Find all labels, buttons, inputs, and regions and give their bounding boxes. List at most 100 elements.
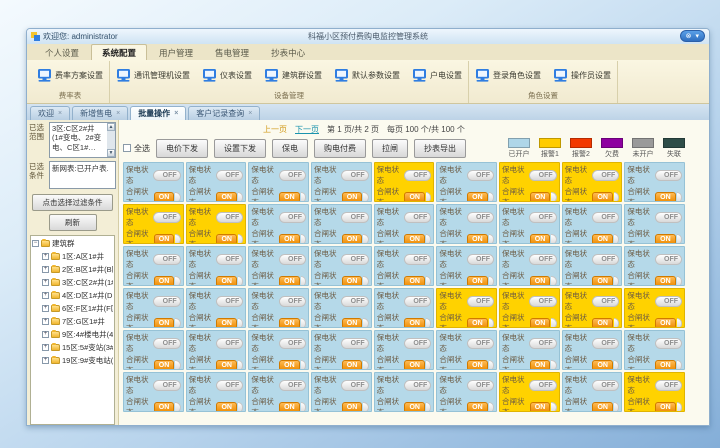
room-card[interactable]: 1132 比志强.. 36.37元 保电状态 OFF 合闸状态 ON <box>123 204 184 244</box>
protect-off-toggle[interactable]: OFF <box>592 380 619 391</box>
expand-icon[interactable]: + <box>42 318 49 325</box>
room-card[interactable]: 1155 唐海海 544.28元 保电状态 OFF 合闸状态 ON <box>186 246 247 286</box>
switch-toggle-track[interactable] <box>551 234 556 245</box>
action-button-拉闸[interactable]: 拉闸 <box>372 139 408 158</box>
switch-on-toggle[interactable]: ON <box>592 234 613 245</box>
switch-on-toggle[interactable]: ON <box>592 192 613 203</box>
ribbon-tab-个人设置[interactable]: 个人设置 <box>35 45 89 60</box>
switch-on-toggle[interactable]: ON <box>467 192 488 203</box>
switch-on-toggle[interactable]: ON <box>342 192 363 203</box>
room-card[interactable]: 1154 金白 208.45元 保电状态 OFF 合闸状态 ON <box>123 246 184 286</box>
switch-on-toggle[interactable]: ON <box>467 276 488 287</box>
protect-off-toggle[interactable]: OFF <box>592 338 619 349</box>
action-button-保电[interactable]: 保电 <box>272 139 308 158</box>
protect-off-toggle[interactable]: OFF <box>404 212 431 223</box>
close-icon[interactable]: ⊗ <box>686 32 692 40</box>
switch-toggle-track[interactable] <box>677 234 682 245</box>
switch-toggle-track[interactable] <box>677 192 682 203</box>
protect-off-toggle[interactable]: OFF <box>341 380 368 391</box>
switch-toggle-track[interactable] <box>489 360 494 371</box>
tree-item[interactable]: +2区:B区1#井(B区1# <box>32 264 113 275</box>
switch-toggle-track[interactable] <box>489 234 494 245</box>
switch-on-toggle[interactable]: ON <box>530 234 551 245</box>
switch-toggle-track[interactable] <box>614 360 619 371</box>
action-button-购电付费[interactable]: 购电付费 <box>314 139 366 158</box>
room-card[interactable]: 3002 俞习峰 439.88元 保电状态 OFF 合闸状态 ON <box>624 330 685 370</box>
room-card[interactable]: 1004-5、楼一 王英 2329.66.. 保电状态 OFF 合闸状态 ON <box>186 162 247 202</box>
tree-item[interactable]: +7区:G区1#井 <box>32 316 113 327</box>
switch-on-toggle[interactable]: ON <box>342 402 363 413</box>
protect-off-toggle[interactable]: OFF <box>404 170 431 181</box>
switch-on-toggle[interactable]: ON <box>342 276 363 287</box>
choose-filter-button[interactable]: 点击选择过滤条件 <box>32 194 113 211</box>
tree-root[interactable]: − 建筑群 <box>32 238 113 249</box>
ribbon-button-操作员设置[interactable]: 操作员设置 <box>551 68 613 83</box>
switch-toggle-track[interactable] <box>363 276 368 287</box>
switch-toggle-track[interactable] <box>426 276 431 287</box>
room-card[interactable]: 2017 张大师 121.40元 保电状态 OFF 合闸状态 ON <box>562 288 623 328</box>
room-card[interactable]: 3011 纪冬琴 348.06元 保电状态 OFF 合闸状态 ON <box>436 372 497 412</box>
doc-tab-欢迎[interactable]: 欢迎× <box>30 106 70 120</box>
protect-off-toggle[interactable]: OFF <box>655 338 682 349</box>
protect-off-toggle[interactable]: OFF <box>216 212 243 223</box>
room-card[interactable]: 1003 王爱春 148.94元 保电状态 OFF 合闸状态 ON <box>123 162 184 202</box>
ribbon-tab-抄表中心[interactable]: 抄表中心 <box>261 45 315 60</box>
room-card[interactable]: 1134 串品~ 921.83元 保电状态 OFF 合闸状态 ON <box>248 204 309 244</box>
ribbon-button-户电设置[interactable]: 户电设置 <box>410 68 464 83</box>
protect-off-toggle[interactable]: OFF <box>467 338 494 349</box>
protect-off-toggle[interactable]: OFF <box>279 170 306 181</box>
protect-off-toggle[interactable]: OFF <box>341 296 368 307</box>
protect-off-toggle[interactable]: OFF <box>655 170 682 181</box>
room-card[interactable]: 1131 王威贵.. 137.59元 保电状态 OFF 合闸状态 ON <box>624 162 685 202</box>
protect-off-toggle[interactable]: OFF <box>153 254 180 265</box>
protect-off-toggle[interactable]: OFF <box>279 338 306 349</box>
room-card[interactable]: 2148 殷红仙 186.74元 保电状态 OFF 合闸状态 ON <box>311 330 372 370</box>
switch-toggle-track[interactable] <box>238 318 243 329</box>
switch-on-toggle[interactable]: ON <box>154 318 175 329</box>
protect-off-toggle[interactable]: OFF <box>404 380 431 391</box>
switch-on-toggle[interactable]: ON <box>154 276 175 287</box>
switch-on-toggle[interactable]: ON <box>342 318 363 329</box>
switch-toggle-track[interactable] <box>489 402 494 413</box>
tree-item[interactable]: +4区:D区1#井(D区1 <box>32 290 113 301</box>
tree-item[interactable]: +19区:9#变电站(2# <box>32 355 113 366</box>
room-card[interactable]: 3001-1 高雄 238.37元 保电状态 OFF 合闸状态 ON <box>436 330 497 370</box>
room-card[interactable]: 1133 田井燕 9.78元 保电状态 OFF 合闸状态 ON <box>186 204 247 244</box>
switch-on-toggle[interactable]: ON <box>530 318 551 329</box>
switch-on-toggle[interactable]: ON <box>404 402 425 413</box>
room-card[interactable]: 3001-5 王枫桥 690.48元 保电状态 OFF 合闸状态 ON <box>499 330 560 370</box>
action-button-设置下发[interactable]: 设置下发 <box>214 139 266 158</box>
switch-toggle-track[interactable] <box>175 318 180 329</box>
protect-off-toggle[interactable]: OFF <box>341 338 368 349</box>
switch-toggle-track[interactable] <box>363 234 368 245</box>
switch-toggle-track[interactable] <box>238 276 243 287</box>
switch-on-toggle[interactable]: ON <box>404 192 425 203</box>
protect-off-toggle[interactable]: OFF <box>153 338 180 349</box>
switch-on-toggle[interactable]: ON <box>530 276 551 287</box>
ribbon-tab-系统配置[interactable]: 系统配置 <box>91 44 147 60</box>
switch-toggle-track[interactable] <box>677 360 682 371</box>
switch-toggle-track[interactable] <box>238 192 243 203</box>
doc-tab-批量操作[interactable]: 批量操作× <box>130 106 186 120</box>
switch-on-toggle[interactable]: ON <box>467 318 488 329</box>
protect-off-toggle[interactable]: OFF <box>467 254 494 265</box>
switch-on-toggle[interactable]: ON <box>216 234 237 245</box>
room-card[interactable]: 3014 凤杰争.. 1103.54.. 保电状态 OFF 合闸状态 ON <box>562 372 623 412</box>
select-all-checkbox[interactable] <box>123 144 131 152</box>
tree-item[interactable]: +1区:A区1#井 <box>32 251 113 262</box>
switch-on-toggle[interactable]: ON <box>216 192 237 203</box>
room-card[interactable]: 1147 谢明 687.52元 保电状态 OFF 合闸状态 ON <box>436 204 497 244</box>
switch-toggle-track[interactable] <box>238 402 243 413</box>
switch-toggle-track[interactable] <box>363 360 368 371</box>
tree-item[interactable]: +9区:4#楼电井(4#楼 <box>32 329 113 340</box>
room-card[interactable]: 2014 安恩花 202.95元 保电状态 OFF 合闸状态 ON <box>499 288 560 328</box>
switch-toggle-track[interactable] <box>426 402 431 413</box>
scroll-up-icon[interactable]: ▲ <box>107 123 115 131</box>
ribbon-button-费率方案设置[interactable]: 费率方案设置 <box>35 68 105 83</box>
protect-off-toggle[interactable]: OFF <box>279 296 306 307</box>
switch-on-toggle[interactable]: ON <box>279 360 300 371</box>
protect-off-toggle[interactable]: OFF <box>279 212 306 223</box>
room-card[interactable]: 1130 佛金毅 99.49元 保电状态 OFF 合闸状态 ON <box>562 162 623 202</box>
switch-toggle-track[interactable] <box>551 360 556 371</box>
select-all[interactable]: 全选 <box>123 143 150 154</box>
